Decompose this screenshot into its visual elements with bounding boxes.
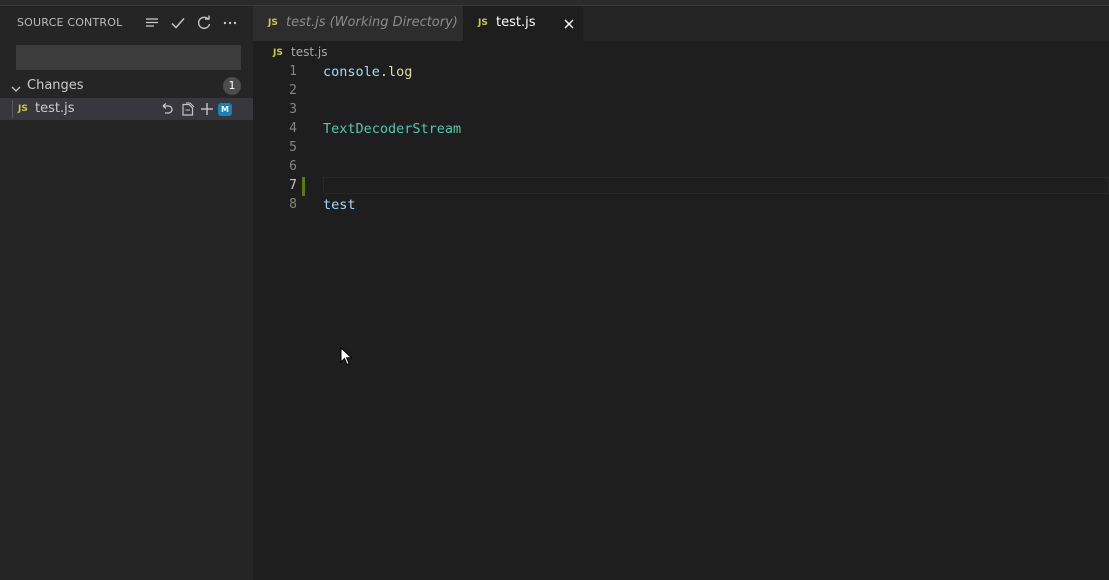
sidebar-title: SOURCE CONTROL <box>17 16 123 29</box>
code-editor[interactable]: 1 console.log 2 3 4 TextDecoderStream 5 … <box>253 63 1109 580</box>
code-line: 3 <box>253 101 1109 120</box>
line-number: 6 <box>289 159 297 174</box>
view-as-tree-icon[interactable] <box>143 14 161 32</box>
modified-status-badge: M <box>218 103 232 116</box>
open-file-icon[interactable] <box>180 101 196 117</box>
line-number: 2 <box>289 83 297 98</box>
token-identifier: console <box>323 64 380 80</box>
line-content[interactable]: console.log <box>323 64 412 80</box>
changes-label: Changes <box>27 78 84 93</box>
js-file-icon: JS <box>273 48 283 58</box>
breadcrumb: JS test.js <box>253 41 1109 63</box>
line-number: 8 <box>289 197 297 212</box>
js-file-icon: JS <box>18 104 28 114</box>
code-line: 6 <box>253 158 1109 177</box>
token-function: log <box>388 64 413 80</box>
line-number: 1 <box>289 64 297 79</box>
discard-changes-icon[interactable] <box>159 101 175 117</box>
line-number: 3 <box>289 102 297 117</box>
sidebar-header: SOURCE CONTROL <box>0 6 253 40</box>
line-content[interactable]: test <box>323 197 356 213</box>
close-icon[interactable] <box>561 16 577 32</box>
code-line-active: 7 <box>253 177 1109 196</box>
changed-file-name: test.js <box>35 101 75 116</box>
token-type: TextDecoderStream <box>323 121 462 137</box>
tab-test-js[interactable]: JS test.js <box>463 6 583 41</box>
commit-message-input[interactable] <box>16 45 241 70</box>
source-control-sidebar: SOURCE CONTROL Changes 1 JS test.js M <box>0 6 253 580</box>
stage-changes-icon[interactable] <box>199 101 215 117</box>
code-line: 4 TextDecoderStream <box>253 120 1109 139</box>
breadcrumb-file[interactable]: test.js <box>291 45 327 59</box>
line-content[interactable]: TextDecoderStream <box>323 121 461 137</box>
changed-file-row[interactable]: JS test.js M <box>0 98 253 120</box>
line-number: 7 <box>289 178 297 193</box>
js-file-icon: JS <box>478 18 488 28</box>
code-line: 5 <box>253 139 1109 158</box>
js-file-icon: JS <box>268 18 278 28</box>
line-number: 4 <box>289 121 297 136</box>
commit-check-icon[interactable] <box>169 14 187 32</box>
tab-label: test.js (Working Directory) <box>286 15 458 30</box>
changes-group-header[interactable]: Changes 1 <box>0 77 253 95</box>
editor-tab-bar: JS test.js (Working Directory) JS test.j… <box>253 6 1109 41</box>
token-punctuation: . <box>379 64 389 80</box>
code-line: 1 console.log <box>253 63 1109 82</box>
mouse-pointer-icon <box>340 346 354 367</box>
line-number: 5 <box>289 140 297 155</box>
tree-indent-guide <box>12 100 13 118</box>
vscode-window: SOURCE CONTROL Changes 1 JS test.js M JS… <box>0 0 1109 580</box>
tab-label: test.js <box>496 15 536 30</box>
current-line-highlight <box>323 177 1109 194</box>
changes-count-badge: 1 <box>223 77 241 95</box>
refresh-icon[interactable] <box>195 14 213 32</box>
code-line: 2 <box>253 82 1109 101</box>
token-identifier: test <box>323 197 356 213</box>
chevron-down-icon <box>10 80 22 92</box>
gutter-modified-indicator <box>302 177 305 196</box>
code-line: 8 test <box>253 196 1109 215</box>
tab-working-directory[interactable]: JS test.js (Working Directory) <box>253 6 463 41</box>
more-actions-icon[interactable] <box>221 14 239 32</box>
